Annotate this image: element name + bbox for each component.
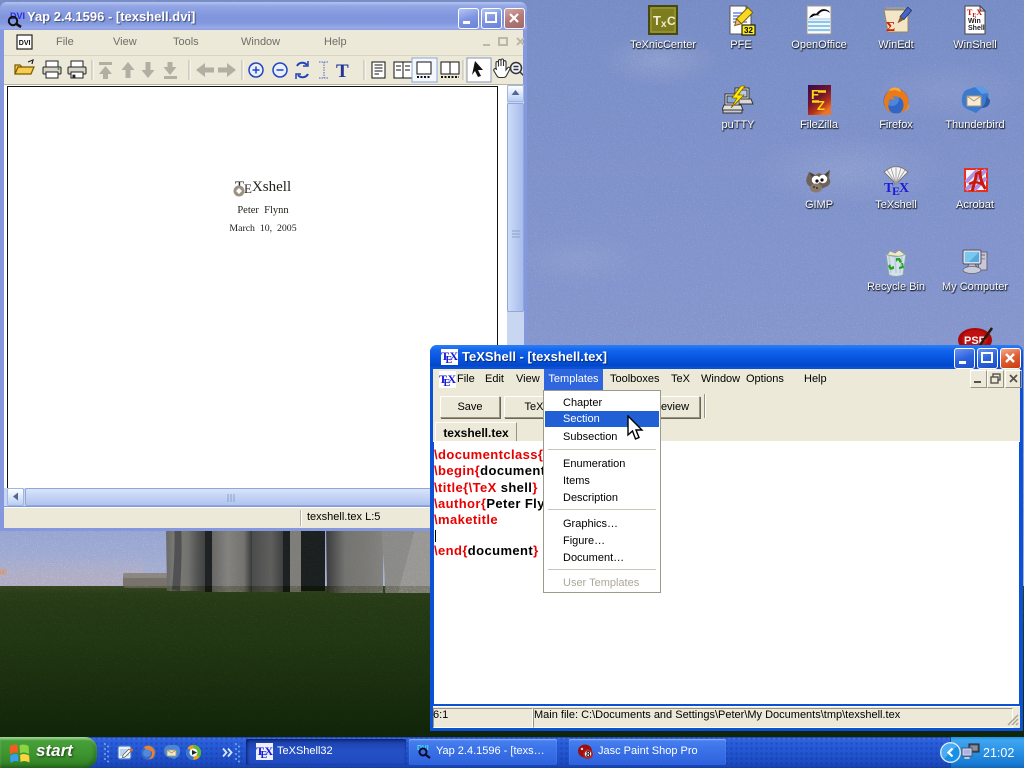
svg-text:X: X [899,181,909,196]
svg-text:DVI: DVI [19,40,31,47]
svg-text:T: T [653,13,661,28]
svg-text:Z: Z [817,98,825,113]
svg-text:■: ■ [72,74,76,80]
svg-text:Shell: Shell [968,25,985,32]
svg-text:Σ: Σ [886,20,895,35]
svg-text:T: T [336,61,349,82]
svg-text:C: C [667,14,676,28]
svg-text:8: 8 [586,750,591,759]
svg-text:32: 32 [744,26,753,35]
svg-text:X: X [265,744,274,758]
svg-text:X: X [448,372,457,386]
svg-text:X: X [450,349,459,363]
svg-text:Win: Win [968,18,981,25]
